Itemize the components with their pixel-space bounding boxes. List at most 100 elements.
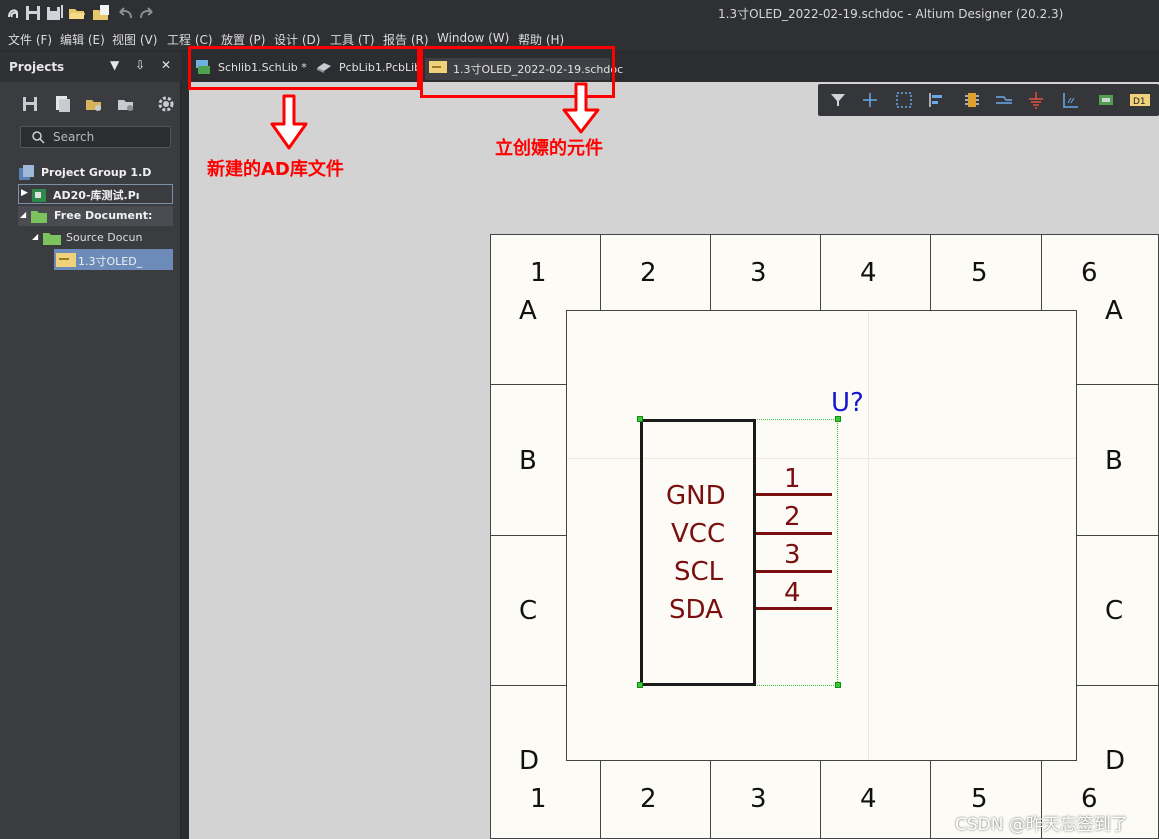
zone-row-label: B <box>519 446 537 476</box>
pin-number: 4 <box>784 578 801 608</box>
component-body[interactable] <box>640 419 756 686</box>
zone-row-label: D <box>519 746 540 776</box>
menu-view[interactable]: 视图 (V) <box>112 31 157 48</box>
tree-project-group[interactable]: Project Group 1.D <box>18 164 173 182</box>
svg-text:D1: D1 <box>1133 97 1146 107</box>
zone-divider <box>710 761 711 839</box>
annotation-arrow-icon <box>562 82 600 134</box>
redo-icon[interactable] <box>138 4 156 22</box>
folder-icon <box>43 233 61 245</box>
menu-window[interactable]: Window (W) <box>437 31 509 45</box>
collapse-arrow-icon[interactable]: ◢ <box>32 232 38 241</box>
undo-icon[interactable] <box>116 4 134 22</box>
zone-divider <box>600 234 601 310</box>
project-options-icon[interactable] <box>84 94 104 114</box>
annotation-arrow-icon <box>270 94 308 150</box>
select-rectangle-icon[interactable] <box>894 90 914 110</box>
panel-toolbar <box>0 86 181 120</box>
wire-icon[interactable] <box>994 90 1014 110</box>
pin-number: 3 <box>784 540 801 570</box>
zone-row-label: C <box>1105 596 1124 626</box>
tree-project[interactable]: ▶ AD20-库测试.Pı <box>18 184 173 204</box>
tree-label-document: 1.3寸OLED_ <box>78 255 143 268</box>
align-icon[interactable] <box>926 90 946 110</box>
zone-divider <box>820 234 821 310</box>
panel-title: Projects <box>9 60 65 74</box>
zone-col-label: 2 <box>640 258 657 288</box>
tree-label-project-group: Project Group 1.D <box>41 166 152 179</box>
app-logo-icon <box>8 9 18 18</box>
settings-gear-icon[interactable] <box>156 94 176 114</box>
pin-name: SDA <box>669 595 723 625</box>
zone-divider <box>490 535 566 536</box>
annotation-box-library-tabs <box>188 46 420 90</box>
compile-icon[interactable] <box>52 94 72 114</box>
pin-line[interactable] <box>756 570 832 573</box>
schematic-doc-icon <box>56 253 76 267</box>
zone-col-label: 4 <box>860 258 877 288</box>
tree-source-documents[interactable]: ◢ Source Docun <box>32 228 173 248</box>
zone-divider <box>1041 234 1042 310</box>
tree-free-documents[interactable]: ◢ Free Document: <box>18 206 173 226</box>
tree-label-source-documents: Source Docun <box>66 231 143 244</box>
component-designator[interactable]: U? <box>831 388 864 418</box>
folder-icon <box>31 211 47 223</box>
zone-row-label: D <box>1105 746 1126 776</box>
zone-divider <box>490 685 566 686</box>
selection-handle[interactable] <box>637 682 643 688</box>
component-icon[interactable] <box>962 90 982 110</box>
expand-arrow-icon[interactable]: ▶ <box>21 188 28 198</box>
selection-handle[interactable] <box>835 682 841 688</box>
save-icon[interactable] <box>24 4 42 22</box>
pin-line[interactable] <box>756 532 832 535</box>
panel-search[interactable]: Search <box>20 126 171 148</box>
directive-icon[interactable]: D1 <box>1128 90 1152 110</box>
annotation-label-component: 立创嫖的元件 <box>495 138 603 159</box>
pin-name: GND <box>666 481 726 511</box>
zone-col-label: 1 <box>530 784 547 814</box>
panel-header: Projects ▼ ⇩ ✕ <box>0 52 181 82</box>
menu-edit[interactable]: 编辑 (E) <box>60 31 105 48</box>
project-folder-icon[interactable] <box>116 94 136 114</box>
zone-row-label: A <box>519 296 537 326</box>
active-bar-toolbar: D1 <box>818 84 1159 116</box>
zone-col-label: 3 <box>750 258 767 288</box>
zone-col-label: 3 <box>750 784 767 814</box>
panel-header-buttons[interactable]: ▼ ⇩ ✕ <box>110 58 177 72</box>
selection-handle[interactable] <box>637 416 643 422</box>
zone-divider <box>1077 535 1159 536</box>
window-title: 1.3寸OLED_2022-02-19.schdoc - Altium Desi… <box>718 7 1064 21</box>
zone-divider <box>710 234 711 310</box>
move-crosshair-icon[interactable] <box>860 90 880 110</box>
zone-col-label: 2 <box>640 784 657 814</box>
grid-line <box>868 311 869 760</box>
save-project-icon[interactable] <box>20 94 40 114</box>
collapse-arrow-icon[interactable]: ◢ <box>20 210 26 219</box>
annotation-label-new-library: 新建的AD库文件 <box>207 159 344 180</box>
sheet-symbol-icon[interactable] <box>1096 90 1116 110</box>
tree-document-selected[interactable]: 1.3寸OLED_ <box>54 249 173 270</box>
save-all-icon[interactable] <box>46 4 64 22</box>
power-port-icon[interactable] <box>1026 90 1046 110</box>
project-group-icon <box>19 165 34 180</box>
zone-row-label: C <box>519 596 538 626</box>
pcb-project-icon <box>32 189 46 202</box>
zone-divider <box>930 234 931 310</box>
search-icon <box>32 131 45 144</box>
zone-col-label: 5 <box>971 258 988 288</box>
zone-divider <box>600 761 601 839</box>
open-document-icon[interactable] <box>92 4 110 22</box>
tree-label-project: AD20-库测试.Pı <box>53 189 140 202</box>
filter-icon[interactable] <box>828 90 848 110</box>
pin-name: VCC <box>671 519 726 549</box>
zone-col-label: 6 <box>1081 258 1098 288</box>
harness-icon[interactable] <box>1060 90 1080 110</box>
zone-row-label: B <box>1105 446 1123 476</box>
menu-file[interactable]: 文件 (F) <box>8 31 52 48</box>
open-folder-icon[interactable] <box>68 4 86 22</box>
tree-label-free-documents: Free Document: <box>54 209 153 222</box>
projects-panel: Projects ▼ ⇩ ✕ Search Project Group 1.D … <box>0 52 181 839</box>
zone-divider <box>930 761 931 839</box>
watermark: CSDN @昨天忘签到了 <box>955 815 1128 835</box>
zone-divider <box>820 761 821 839</box>
